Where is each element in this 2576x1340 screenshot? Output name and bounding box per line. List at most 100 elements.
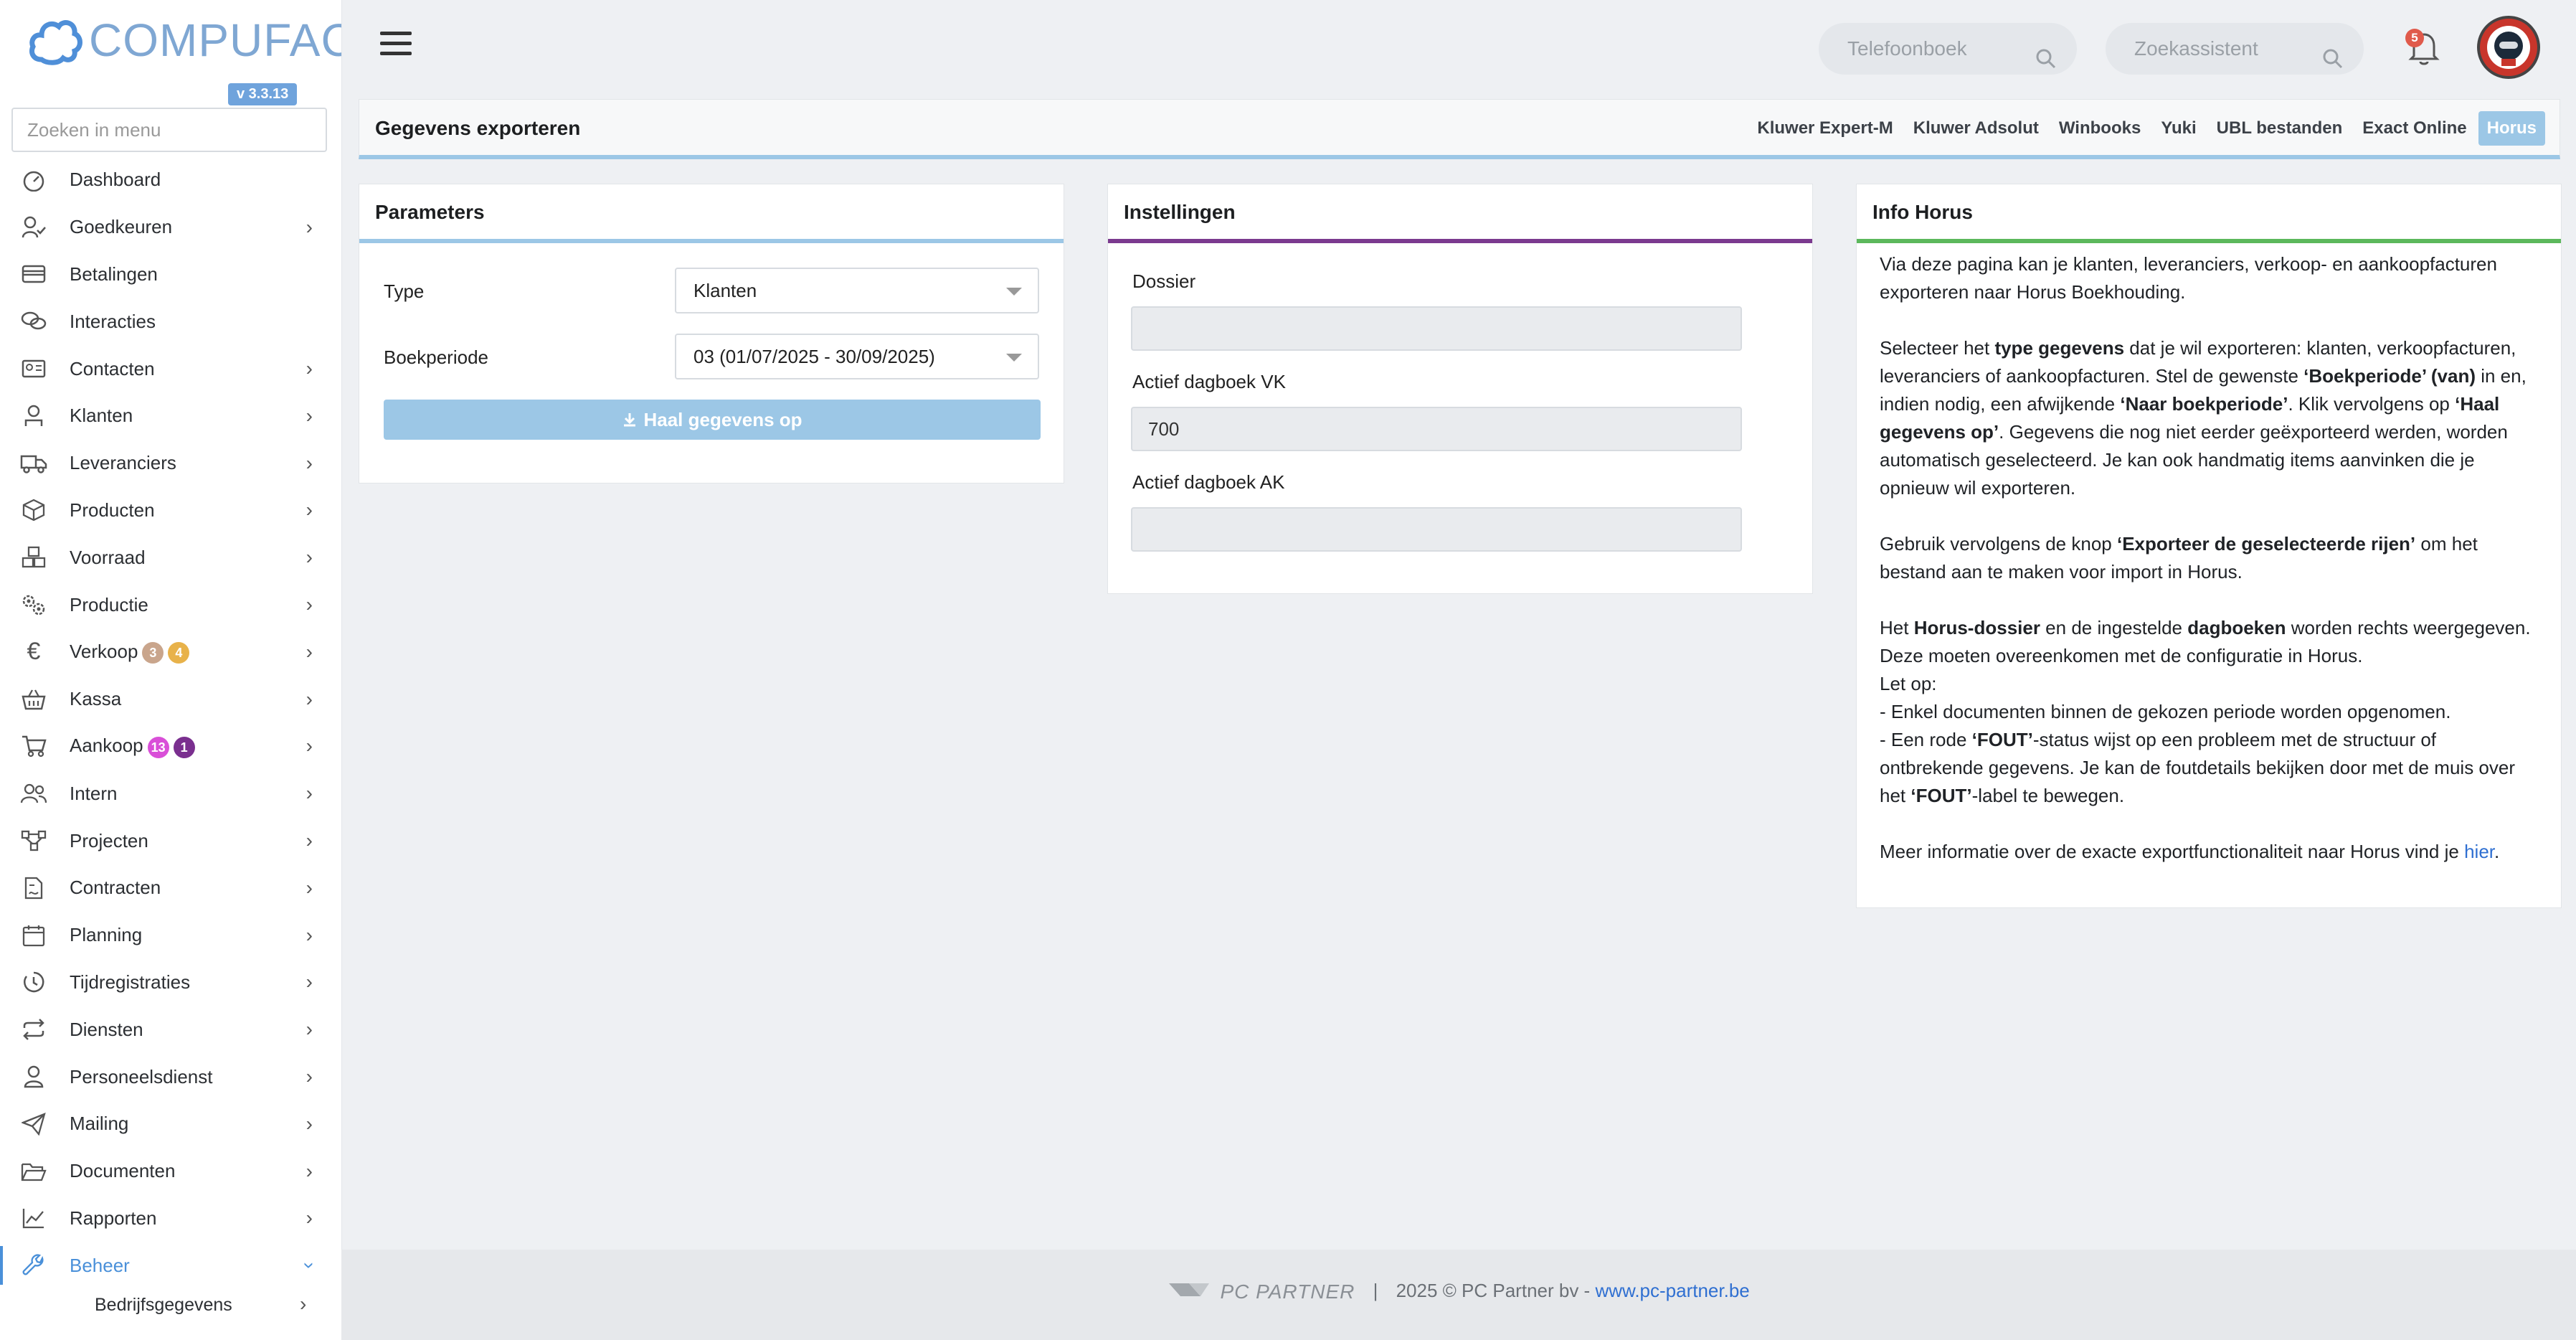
menu-search-input[interactable]: Zoeken in menu (11, 108, 327, 152)
sidebar-item-label: Intern (70, 782, 118, 804)
settings-panel: Instellingen Dossier Actief dagboek VK 7… (1107, 184, 1813, 594)
sidebar-item-contracten[interactable]: Contracten › (0, 864, 341, 912)
info-paragraph-5: Meer informatie over de exacte exportfun… (1880, 841, 2500, 862)
dossier-field[interactable] (1131, 306, 1742, 351)
dropdown-caret-icon (1006, 354, 1022, 362)
sidebar-item-diensten[interactable]: Diensten › (0, 1006, 341, 1053)
sidebar-item-projecten[interactable]: Projecten › (0, 817, 341, 864)
cloud-logo-icon (29, 20, 82, 65)
clock-icon (20, 968, 47, 996)
page-title: Gegevens exporteren (375, 117, 581, 139)
sidebar-item-contacten[interactable]: Contacten › (0, 345, 341, 392)
chevron-right-icon: › (306, 782, 313, 805)
footer-website-link[interactable]: www.pc-partner.be (1595, 1280, 1749, 1301)
sidebar-item-producten[interactable]: Producten › (0, 487, 341, 534)
chevron-right-icon: › (306, 687, 313, 710)
tab-exact-online[interactable]: Exact Online (2354, 111, 2475, 146)
tab-horus[interactable]: Horus (2478, 111, 2545, 146)
sidebar-item-planning[interactable]: Planning › (0, 912, 341, 959)
chevron-right-icon: › (306, 640, 313, 663)
notifications-badge: 5 (2405, 29, 2424, 47)
chevron-right-icon: › (306, 404, 313, 427)
info-more-link[interactable]: hier (2464, 841, 2494, 862)
chat-bubbles-icon (20, 308, 47, 335)
sidebar-item-label: Rapporten (70, 1207, 157, 1229)
chevron-right-icon: › (306, 735, 313, 758)
sidebar-item-beheer[interactable]: Beheer › (0, 1242, 341, 1289)
assistant-placeholder: Zoekassistent (2134, 37, 2258, 60)
chevron-right-icon: › (306, 593, 313, 616)
sidebar-item-verkoop[interactable]: € Verkoop 3 4 › (0, 628, 341, 676)
sidebar-item-aankoop[interactable]: Aankoop 13 1 › (0, 723, 341, 770)
sidebar-item-rapporten[interactable]: Rapporten › (0, 1195, 341, 1242)
cart-icon (20, 732, 47, 760)
compufact-logo[interactable]: COMPUFACT (29, 11, 341, 69)
tab-ubl-bestanden[interactable]: UBL bestanden (2208, 111, 2352, 146)
assistant-search-input[interactable]: Zoekassistent (2106, 23, 2364, 75)
chevron-right-icon: › (306, 1207, 313, 1230)
tab-yuki[interactable]: Yuki (2152, 111, 2205, 146)
chevron-right-icon: › (306, 1018, 313, 1041)
info-paragraph-2: Selecteer het type gegevens dat je wil e… (1880, 337, 2527, 499)
customer-icon (20, 402, 47, 430)
footer-brand: PC PARTNER (1220, 1280, 1355, 1303)
box-icon (20, 496, 47, 524)
fetch-data-button[interactable]: Haal gegevens op (384, 400, 1041, 440)
footer-content: PC PARTNER | 2025 © PC Partner bv - www.… (341, 1280, 2576, 1304)
period-select[interactable]: 03 (01/07/2025 - 30/09/2025) (675, 334, 1039, 379)
settings-title: Instellingen (1108, 184, 1812, 243)
sidebar-item-leveranciers[interactable]: Leveranciers › (0, 440, 341, 487)
sidebar-item-label: Verkoop 3 4 (70, 641, 190, 664)
logo-text: COMPUFACT (89, 14, 341, 66)
sidebar-item-tijdregistraties[interactable]: Tijdregistraties › (0, 959, 341, 1006)
sidebar-item-kassa[interactable]: Kassa › (0, 676, 341, 723)
chevron-right-icon: › (306, 451, 313, 474)
sidebar-item-label: Aankoop 13 1 (70, 735, 195, 758)
sidebar-item-voorraad[interactable]: Voorraad › (0, 534, 341, 581)
sidebar-item-intern[interactable]: Intern › (0, 770, 341, 817)
repeat-icon (20, 1016, 47, 1043)
gears-icon (20, 591, 47, 618)
tab-winbooks[interactable]: Winbooks (2050, 111, 2149, 146)
hamburger-menu-button[interactable] (380, 32, 412, 60)
chevron-right-icon: › (306, 499, 313, 522)
info-paragraph-3: Gebruik vervolgens de knop ‘Exporteer de… (1880, 533, 2478, 582)
sidebar-item-klanten[interactable]: Klanten › (0, 392, 341, 440)
chevron-right-icon: › (306, 1112, 313, 1135)
vk-journal-field[interactable]: 700 (1131, 407, 1742, 451)
parameters-title: Parameters (359, 184, 1064, 243)
aankoop-badge-1: 13 (147, 736, 169, 758)
sidebar-item-goedkeuren[interactable]: Goedkeuren › (0, 204, 341, 251)
sidebar-item-personeelsdienst[interactable]: Personeelsdienst › (0, 1053, 341, 1100)
tab-kluwer-expert-m[interactable]: Kluwer Expert-M (1748, 111, 1901, 146)
type-label: Type (384, 280, 425, 302)
version-badge: v 3.3.13 (228, 83, 298, 105)
credit-card-icon (20, 260, 47, 288)
chevron-right-icon: › (306, 546, 313, 569)
sidebar-item-dashboard[interactable]: Dashboard (0, 156, 341, 204)
users-icon (20, 780, 47, 807)
sidebar-item-betalingen[interactable]: Betalingen (0, 251, 341, 298)
chevron-right-icon: › (300, 1293, 307, 1315)
user-avatar[interactable] (2477, 16, 2540, 79)
line-chart-icon (20, 1204, 47, 1232)
staff-icon (20, 1063, 47, 1090)
sidebar-item-productie[interactable]: Productie › (0, 581, 341, 628)
info-text: Via deze pagina kan je klanten, leveranc… (1880, 250, 2534, 894)
sidebar-item-mailing[interactable]: Mailing › (0, 1100, 341, 1148)
search-icon (2322, 37, 2344, 89)
sidebar-item-label: Contracten (70, 877, 161, 899)
sidebar-item-interacties[interactable]: Interacties (0, 298, 341, 345)
phonebook-search-input[interactable]: Telefoonboek (1819, 23, 2077, 75)
verkoop-badge-1: 3 (142, 641, 164, 664)
ak-journal-field[interactable] (1131, 507, 1742, 552)
search-icon (2035, 37, 2057, 89)
type-select[interactable]: Klanten (675, 268, 1039, 313)
sidebar-item-documenten[interactable]: Documenten › (0, 1148, 341, 1195)
sidebar-subitem-bedrijfsgegevens[interactable]: Bedrijfsgegevens (95, 1295, 232, 1316)
sidebar-item-label: Producten (70, 499, 155, 521)
tab-kluwer-adsolut[interactable]: Kluwer Adsolut (1905, 111, 2047, 146)
sidebar-item-label: Mailing (70, 1113, 129, 1135)
hamburger-line (380, 42, 412, 45)
info-paragraph-1: Via deze pagina kan je klanten, leveranc… (1880, 253, 2497, 303)
